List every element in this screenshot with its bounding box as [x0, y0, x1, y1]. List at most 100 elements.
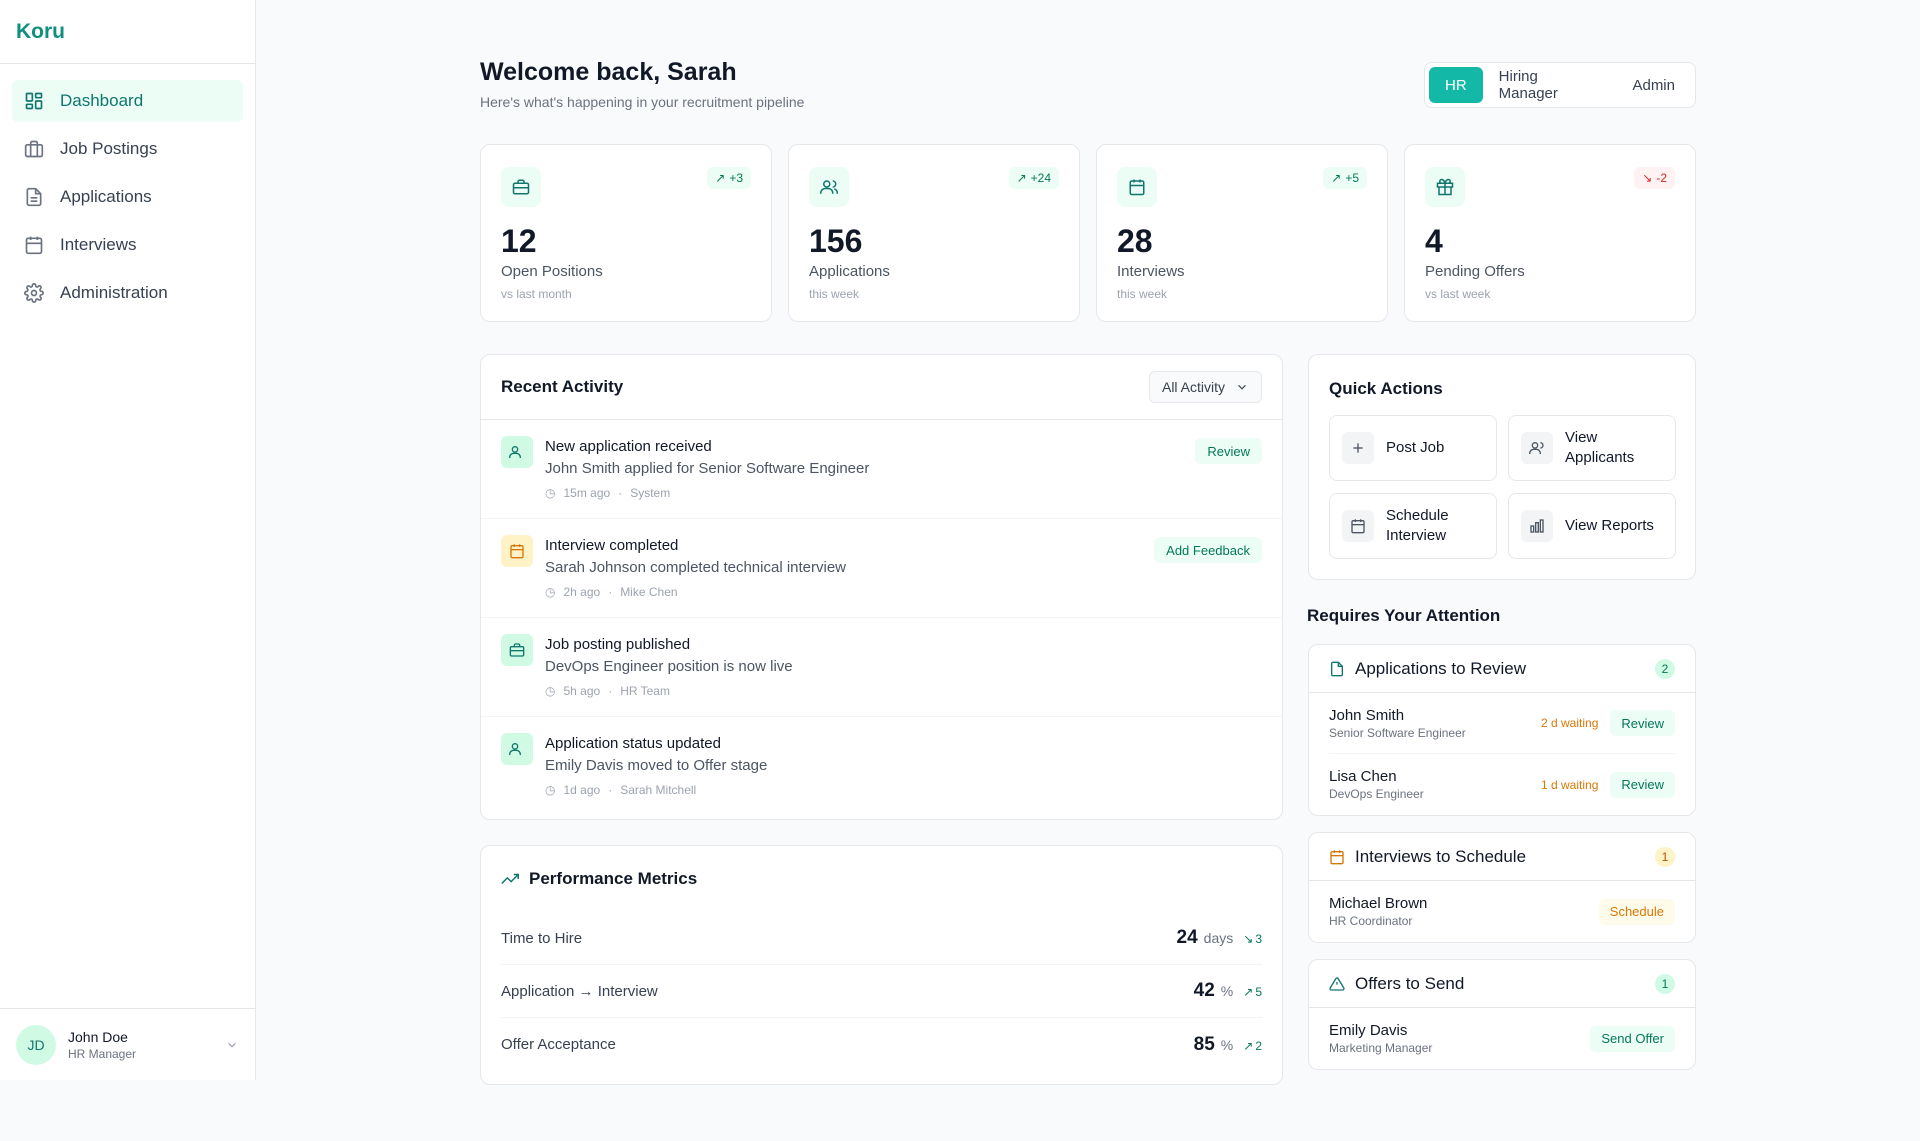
activity-time: 1d ago: [563, 783, 601, 797]
activity-actor: Mike Chen: [620, 585, 678, 599]
activity-title: New application received: [545, 438, 712, 455]
sidebar-item-job-postings[interactable]: Job Postings: [12, 128, 243, 170]
stat-card-applications[interactable]: ↗ +24 156 Applications this week: [788, 144, 1080, 322]
chevron-down-icon: [1238, 384, 1246, 390]
stat-card-open-positions[interactable]: ↗ +3 12 Open Positions vs last month: [480, 144, 772, 322]
briefcase-icon: [501, 634, 533, 666]
role-admin-button[interactable]: Admin: [1616, 67, 1691, 103]
card-title: Recent Activity: [501, 377, 624, 396]
sidebar-item-label: Interviews: [60, 235, 137, 254]
user-role: HR Manager: [68, 1046, 137, 1061]
view-applicants-button[interactable]: View Applicants: [1508, 415, 1676, 481]
filter-value: All Activity: [1161, 379, 1225, 395]
stat-value: 28: [1117, 223, 1153, 259]
schedule-interview-button[interactable]: Schedule Interview: [1329, 493, 1497, 559]
trend-up-icon: ↗: [1243, 1038, 1254, 1053]
user-icon: [501, 733, 533, 765]
calendar-icon: [25, 236, 43, 255]
sidebar-item-interviews[interactable]: Interviews: [12, 224, 243, 266]
role-hr-button[interactable]: HR: [1429, 67, 1483, 103]
stat-label: Applications: [809, 263, 890, 280]
clock-icon: ◷: [545, 684, 556, 698]
waiting-time: 1 d waiting: [1541, 777, 1599, 792]
card-title: Quick Actions: [1329, 379, 1443, 398]
candidate-name: Emily Davis: [1329, 1022, 1408, 1039]
review-button[interactable]: Review: [1610, 771, 1675, 798]
metric-row: Time to Hire 24 days ↘ 3: [501, 912, 1262, 965]
metric-row: Offer Acceptance 85 % ↗ 2: [501, 1018, 1262, 1071]
add-feedback-button[interactable]: Add Feedback: [1154, 537, 1262, 563]
gear-icon: [24, 283, 44, 303]
candidate-name: Lisa Chen: [1329, 768, 1397, 785]
metric-unit: %: [1220, 1036, 1234, 1053]
section-title: Requires Your Attention: [1307, 606, 1501, 625]
candidate-role: Marketing Manager: [1329, 1041, 1433, 1055]
building-icon: [24, 140, 44, 158]
post-job-button[interactable]: Post Job: [1329, 415, 1497, 481]
sidebar-item-label: Applications: [60, 187, 152, 206]
count-badge: 1: [1655, 973, 1675, 994]
activity-title: Application status updated: [545, 735, 721, 752]
bar-chart-icon: [1521, 510, 1553, 542]
waiting-time: 2 d waiting: [1541, 716, 1599, 730]
stat-card-pending-offers[interactable]: ↘ -2 4 Pending Offers vs last week: [1404, 144, 1696, 322]
schedule-button[interactable]: Schedule: [1598, 898, 1675, 925]
clock-icon: ◷: [545, 783, 556, 797]
count-badge: 1: [1655, 846, 1675, 867]
activity-description: Emily Davis moved to Offer stage: [545, 757, 768, 774]
trend-badge: ↗ +3: [707, 167, 751, 189]
sidebar: Koru Dashboard Job Postings Applications…: [0, 0, 256, 1080]
calendar-icon: [1117, 167, 1157, 207]
review-button[interactable]: Review: [1195, 438, 1262, 464]
trend-badge: ↗ +24: [1008, 167, 1059, 189]
user-icon: [501, 436, 533, 468]
metric-unit: days: [1203, 930, 1234, 946]
quick-action-label: Schedule Interview: [1386, 507, 1449, 544]
brand-logo[interactable]: Koru: [0, 0, 255, 64]
metric-value: 42: [1193, 980, 1215, 1001]
review-button[interactable]: Review: [1610, 710, 1675, 736]
activity-actor: HR Team: [620, 684, 670, 698]
calendar-icon: [501, 535, 533, 567]
activity-item[interactable]: New application received John Smith appl…: [481, 420, 1282, 519]
trend-up-icon: ↗: [715, 171, 726, 185]
users-icon: [1521, 432, 1553, 464]
sidebar-item-applications[interactable]: Applications: [12, 176, 243, 218]
metric-value: 85: [1193, 1033, 1215, 1055]
card-title: Interviews to Schedule: [1355, 846, 1527, 866]
stat-card-interviews[interactable]: ↗ +5 28 Interviews this week: [1096, 144, 1388, 322]
stat-label: Open Positions: [501, 263, 603, 280]
activity-time: 15m ago: [563, 486, 611, 500]
metric-trend-value: 2: [1255, 1038, 1262, 1053]
activity-actor: System: [630, 486, 671, 500]
applications-to-review-card: Applications to Review 2 John Smith Seni…: [1308, 644, 1696, 816]
stat-value: 156: [809, 223, 863, 259]
activity-item[interactable]: Job posting published DevOps Engineer po…: [481, 618, 1282, 717]
activity-description: John Smith applied for Senior Software E…: [545, 460, 870, 477]
activity-filter-select[interactable]: All Activity: [1148, 371, 1262, 403]
send-offer-button[interactable]: Send Offer: [1590, 1025, 1675, 1052]
sidebar-item-label: Job Postings: [60, 139, 158, 158]
sidebar-item-administration[interactable]: Administration: [12, 272, 243, 314]
list-item[interactable]: Michael Brown HR Coordinator Schedule: [1329, 881, 1675, 942]
user-menu[interactable]: JD John Doe HR Manager: [0, 1008, 255, 1080]
view-reports-button[interactable]: View Reports: [1508, 493, 1676, 559]
gift-icon: [1425, 167, 1465, 207]
list-item[interactable]: John Smith Senior Software Engineer 2 d …: [1329, 693, 1675, 754]
chevron-down-icon[interactable]: [225, 1038, 239, 1052]
sidebar-item-dashboard[interactable]: Dashboard: [12, 80, 243, 122]
role-hiring-manager-button[interactable]: Hiring Manager: [1483, 67, 1617, 103]
activity-item[interactable]: Application status updated Emily Davis m…: [481, 717, 1282, 816]
plus-icon: [1342, 432, 1374, 464]
activity-description: DevOps Engineer position is now live: [545, 658, 793, 675]
list-item[interactable]: Emily Davis Marketing Manager Send Offer: [1329, 1008, 1675, 1069]
card-title: Performance Metrics: [529, 869, 698, 888]
card-title: Applications to Review: [1355, 658, 1527, 678]
metric-trend-value: 5: [1255, 985, 1262, 999]
list-item[interactable]: Lisa Chen DevOps Engineer 1 d waiting Re…: [1329, 754, 1675, 815]
activity-time: 5h ago: [563, 684, 601, 698]
trending-up-icon: [501, 873, 519, 885]
trend-down-icon: ↘: [1243, 932, 1254, 946]
metric-trend-value: 3: [1255, 932, 1262, 946]
activity-item[interactable]: Interview completed Sarah Johnson comple…: [481, 519, 1282, 618]
